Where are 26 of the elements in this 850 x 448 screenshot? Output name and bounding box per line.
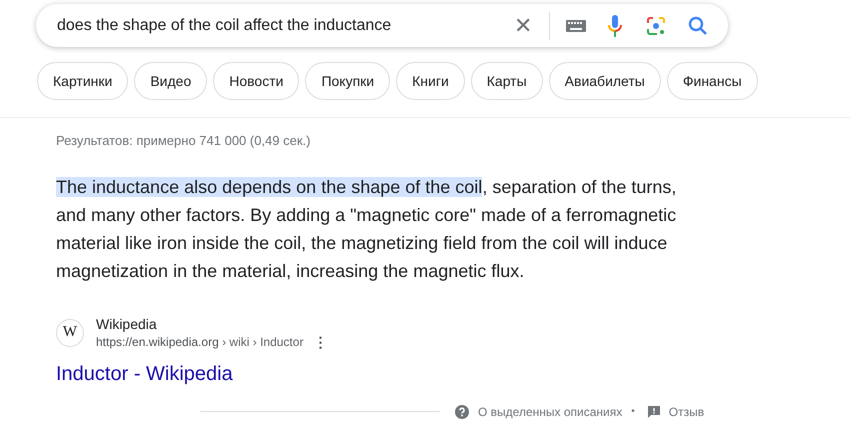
filter-chip[interactable]: Покупки <box>305 62 390 100</box>
filter-chip[interactable]: Финансы <box>666 62 758 100</box>
favicon-icon: W <box>56 318 84 346</box>
site-name: Wikipedia <box>96 314 158 332</box>
filter-chip[interactable]: Новости <box>213 62 300 100</box>
clear-button[interactable]: ✕ <box>511 14 535 36</box>
microphone-icon[interactable] <box>608 14 622 36</box>
filter-chip[interactable]: Картинки <box>37 62 128 100</box>
separator-dot: • <box>631 405 635 419</box>
result-url: https://en.wikipedia.org › wiki › Inductor <box>96 334 304 350</box>
filter-chip[interactable]: Видео <box>134 62 208 100</box>
help-icon[interactable] <box>455 404 469 418</box>
keyboard-icon[interactable] <box>566 20 586 32</box>
about-link[interactable]: О выделенных описаниях <box>478 402 622 420</box>
more-button[interactable]: ⋮ <box>313 334 328 348</box>
feedback-icon[interactable] <box>648 406 660 418</box>
snippet-text: The inductance also depends on the shape of the coil, separation of the turns, and many other factors. By adding a "magnetic core" made of a ferromagnetic material like iron inside the coil, the magnetizing field from the coil will induce magnetization in the material, increasing the magnetic flux. <box>56 176 678 283</box>
search-field[interactable]: does the shape of the coil affect the inductance <box>57 14 511 38</box>
result-stats: Результатов: примерно 741 000 (0,49 сек.) <box>56 132 312 150</box>
camera-icon[interactable] <box>646 16 666 36</box>
search-icon[interactable] <box>688 16 708 36</box>
feedback-link[interactable]: Отзыв <box>668 402 704 420</box>
result-link[interactable]: Inductor - Wikipedia <box>56 358 233 388</box>
filter-chip[interactable]: Авиабилеты <box>548 62 661 100</box>
filter-chip[interactable]: Книги <box>396 62 465 100</box>
filter-chip[interactable]: Карты <box>470 62 543 100</box>
